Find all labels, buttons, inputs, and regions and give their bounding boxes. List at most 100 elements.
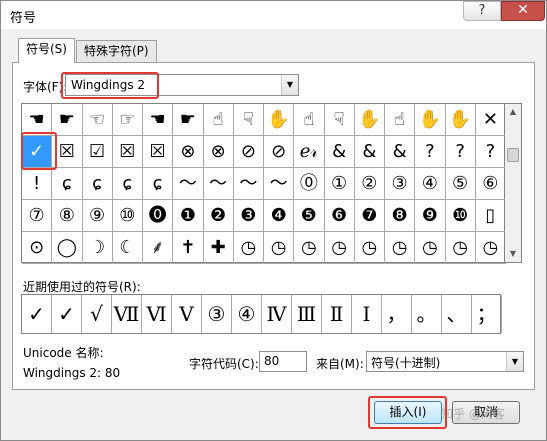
symbol-cell[interactable]: ☒	[52, 136, 83, 168]
symbol-cell[interactable]: ?	[415, 136, 446, 168]
symbol-cell[interactable]: ②	[354, 168, 385, 200]
symbol-cell[interactable]: ▯	[475, 200, 506, 232]
recent-symbol[interactable]: ✓	[52, 295, 82, 333]
font-select[interactable]: Wingdings 2 ▼	[65, 74, 299, 96]
symbol-cell[interactable]: ⊘	[264, 136, 295, 168]
symbol-cell[interactable]: ☒	[112, 136, 143, 168]
symbol-cell[interactable]: ❻	[324, 200, 355, 232]
grid-scrollbar[interactable]: ▲ ▼	[505, 103, 522, 263]
symbol-cell[interactable]: 〜	[233, 168, 264, 200]
recent-symbol[interactable]: ✓	[22, 295, 52, 333]
symbol-cell[interactable]: ☝	[203, 104, 234, 136]
symbol-cell[interactable]: ☒	[143, 136, 174, 168]
symbol-cell[interactable]: ③	[385, 168, 416, 200]
symbol-cell[interactable]: ☛	[173, 104, 204, 136]
symbol-cell[interactable]: ⊘	[233, 136, 264, 168]
symbol-cell[interactable]: ☚	[143, 104, 174, 136]
recent-symbol[interactable]: Ⅲ	[292, 295, 322, 333]
symbol-cell[interactable]: ℯ𝓇	[294, 136, 325, 168]
symbol-cell[interactable]: ✋	[264, 104, 295, 136]
symbol-cell[interactable]: ?	[475, 136, 506, 168]
symbol-cell[interactable]: ☝	[294, 104, 325, 136]
tab-symbols[interactable]: 符号(S)	[18, 38, 75, 63]
symbol-cell[interactable]: ❾	[415, 200, 446, 232]
symbol-cell[interactable]: ɕ	[52, 168, 83, 200]
symbol-cell[interactable]: ☑	[82, 136, 113, 168]
symbol-cell[interactable]: ◷	[294, 232, 325, 264]
symbol-cell[interactable]: ɕ	[112, 168, 143, 200]
from-select[interactable]: 符号(十进制) ▼	[366, 351, 524, 372]
symbol-cell[interactable]: ❸	[233, 200, 264, 232]
symbol-cell[interactable]: ɕ	[82, 168, 113, 200]
symbol-cell[interactable]: ⊗	[203, 136, 234, 168]
scroll-thumb[interactable]	[507, 148, 519, 162]
symbol-cell[interactable]: ⑨	[82, 200, 113, 232]
symbol-cell[interactable]: &	[324, 136, 355, 168]
symbol-cell[interactable]: &	[354, 136, 385, 168]
symbol-cell[interactable]: ◷	[354, 232, 385, 264]
symbol-cell[interactable]: ④	[415, 168, 446, 200]
tab-special-characters[interactable]: 特殊字符(P)	[76, 40, 157, 63]
symbol-cell[interactable]: ☛	[52, 104, 83, 136]
recent-symbol[interactable]: 、	[442, 295, 472, 333]
symbol-cell[interactable]: ✝	[173, 232, 204, 264]
symbol-cell[interactable]: ◷	[233, 232, 264, 264]
symbol-cell[interactable]: ⸙	[143, 232, 174, 264]
recent-symbol[interactable]: Ⅱ	[322, 295, 352, 333]
symbol-cell[interactable]: ☜	[82, 104, 113, 136]
symbol-cell[interactable]: ◷	[324, 232, 355, 264]
symbol-cell[interactable]: ❶	[173, 200, 204, 232]
symbol-cell[interactable]: ⊗	[173, 136, 204, 168]
char-code-input[interactable]: 80	[259, 351, 307, 372]
insert-button[interactable]: 插入(I)	[374, 401, 442, 424]
symbol-cell[interactable]: ✕	[475, 104, 506, 136]
recent-symbol[interactable]: √	[82, 295, 112, 333]
symbol-cell[interactable]: ❼	[354, 200, 385, 232]
symbol-cell[interactable]: ⓿	[143, 200, 174, 232]
recent-symbol[interactable]: ，	[382, 295, 412, 333]
symbol-cell[interactable]: ◷	[415, 232, 446, 264]
symbol-cell[interactable]: ✋	[445, 104, 476, 136]
symbol-cell[interactable]: ☚	[22, 104, 53, 136]
symbol-cell[interactable]: ⑤	[445, 168, 476, 200]
symbol-cell[interactable]: ❿	[445, 200, 476, 232]
chevron-down-icon[interactable]: ▼	[281, 75, 298, 95]
recent-symbol[interactable]: ③	[202, 295, 232, 333]
help-button[interactable]: ?	[463, 1, 501, 21]
symbol-cell[interactable]: ❽	[385, 200, 416, 232]
recent-symbol[interactable]: 。	[412, 295, 442, 333]
symbol-cell[interactable]: ⑩	[112, 200, 143, 232]
symbol-cell[interactable]: ✋	[415, 104, 446, 136]
symbol-cell[interactable]: 〜	[173, 168, 204, 200]
symbol-cell[interactable]: ❹	[264, 200, 295, 232]
symbol-cell[interactable]: ☝	[385, 104, 416, 136]
symbol-cell[interactable]: ◷	[264, 232, 295, 264]
symbol-cell[interactable]: ⑦	[22, 200, 53, 232]
symbol-cell[interactable]: ☟	[233, 104, 264, 136]
symbol-cell[interactable]: ◷	[445, 232, 476, 264]
symbol-cell[interactable]: ◷	[475, 232, 506, 264]
recent-symbol[interactable]: Ⅶ	[112, 295, 142, 333]
recent-symbol[interactable]: ④	[232, 295, 262, 333]
symbol-cell[interactable]: ◯	[52, 232, 83, 264]
symbol-cell[interactable]: ⑧	[52, 200, 83, 232]
symbol-cell[interactable]: ☾	[112, 232, 143, 264]
scroll-down-icon[interactable]: ▼	[505, 246, 521, 262]
recent-symbol[interactable]: Ⅰ	[352, 295, 382, 333]
recent-symbol[interactable]: ；	[472, 295, 502, 333]
symbol-cell[interactable]: ☽	[82, 232, 113, 264]
symbol-cell[interactable]: ☟	[324, 104, 355, 136]
symbol-cell[interactable]: ❷	[203, 200, 234, 232]
symbol-cell[interactable]: &	[385, 136, 416, 168]
symbol-cell[interactable]: ɕ	[143, 168, 174, 200]
close-button[interactable]: ✕	[501, 1, 545, 21]
symbol-cell[interactable]: 〜	[203, 168, 234, 200]
recent-symbol[interactable]: Ⅵ	[142, 295, 172, 333]
symbol-cell[interactable]: 〜	[264, 168, 295, 200]
symbol-cell[interactable]: ✚	[203, 232, 234, 264]
recent-symbol[interactable]: Ⅴ	[172, 295, 202, 333]
symbol-cell[interactable]: !	[22, 168, 53, 200]
symbol-cell[interactable]: ①	[324, 168, 355, 200]
recent-symbol[interactable]: Ⅳ	[262, 295, 292, 333]
symbol-cell[interactable]: ⓪	[294, 168, 325, 200]
